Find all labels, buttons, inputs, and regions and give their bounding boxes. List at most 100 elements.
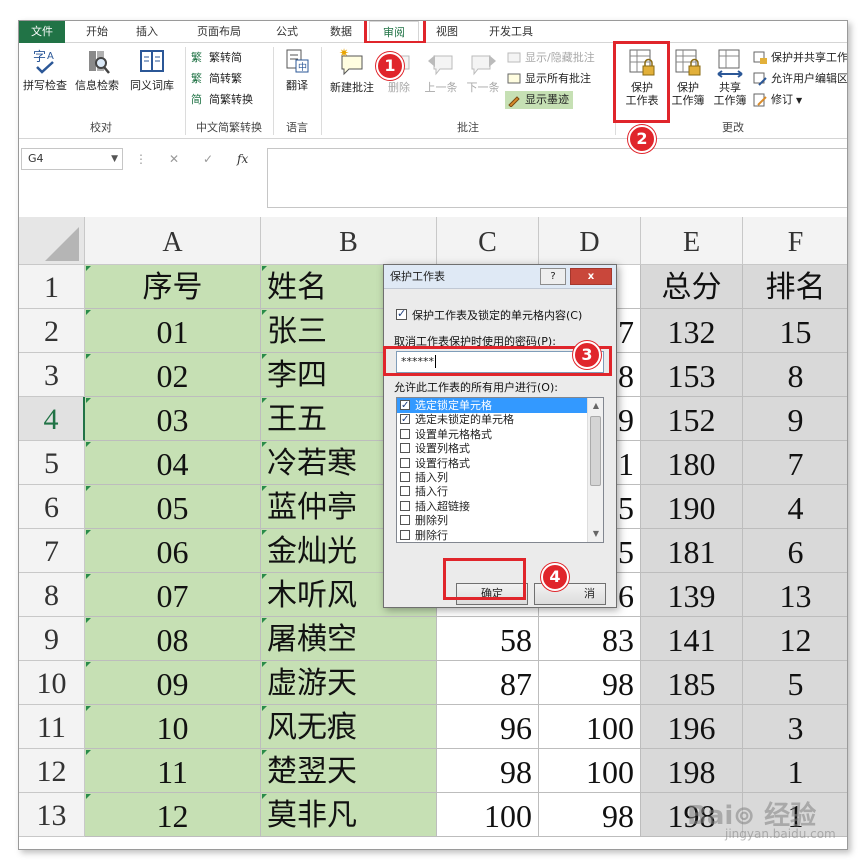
cell-c[interactable]: 100 bbox=[437, 793, 539, 837]
cell-f[interactable]: 1 bbox=[743, 749, 847, 793]
cell-f[interactable]: 15 bbox=[743, 309, 847, 353]
permission-option[interactable]: 设置单元格格式 bbox=[397, 427, 589, 442]
cell-a[interactable]: 10 bbox=[85, 705, 261, 749]
permission-option[interactable]: 删除行 bbox=[397, 528, 589, 542]
cell-a[interactable]: 12 bbox=[85, 793, 261, 837]
permission-checkbox[interactable] bbox=[400, 457, 410, 468]
permission-option[interactable]: 删除列 bbox=[397, 513, 589, 528]
cell-f[interactable]: 9 bbox=[743, 397, 847, 441]
enter-icon[interactable]: ✓ bbox=[203, 148, 213, 170]
permission-option[interactable]: 插入行 bbox=[397, 484, 589, 499]
cell-d[interactable]: 98 bbox=[539, 793, 641, 837]
permission-checkbox[interactable] bbox=[400, 472, 410, 482]
cancel-icon[interactable]: ✕ bbox=[169, 148, 179, 170]
show-all-comments-button[interactable]: 显示所有批注 bbox=[505, 70, 591, 88]
name-box[interactable]: G4 ▼ bbox=[21, 148, 123, 170]
column-header-d[interactable]: D bbox=[539, 217, 641, 265]
column-header-e[interactable]: E bbox=[641, 217, 743, 265]
cell-e[interactable]: 181 bbox=[641, 529, 743, 573]
permission-option[interactable]: 设置行格式 bbox=[397, 456, 589, 471]
tab-page-layout[interactable]: 页面布局 bbox=[189, 21, 249, 43]
column-header-c[interactable]: C bbox=[437, 217, 539, 265]
protect-and-share-button[interactable]: 保护并共享工作 bbox=[751, 49, 847, 67]
spell-check-button[interactable]: 字A 拼写检查 bbox=[21, 47, 69, 93]
row-header[interactable]: 1 bbox=[19, 265, 85, 309]
cell-c[interactable]: 96 bbox=[437, 705, 539, 749]
share-workbook-button[interactable]: 共享 工作簿 bbox=[709, 47, 751, 107]
cell-e[interactable]: 185 bbox=[641, 661, 743, 705]
permissions-list[interactable]: 选定锁定单元格选定未锁定的单元格设置单元格格式设置列格式设置行格式插入列插入行插… bbox=[396, 397, 604, 543]
cell-e[interactable]: 196 bbox=[641, 705, 743, 749]
row-header[interactable]: 3 bbox=[19, 353, 85, 397]
tab-data[interactable]: 数据 bbox=[323, 21, 359, 43]
cell-f[interactable]: 13 bbox=[743, 573, 847, 617]
insert-function-icon[interactable]: fx bbox=[237, 148, 248, 170]
protect-contents-checkbox[interactable] bbox=[396, 307, 407, 320]
permission-checkbox[interactable] bbox=[400, 515, 410, 526]
permission-checkbox[interactable] bbox=[400, 412, 410, 427]
tab-developer[interactable]: 开发工具 bbox=[481, 21, 541, 43]
permission-checkbox[interactable] bbox=[400, 529, 410, 540]
show-hide-comment-button[interactable]: 显示/隐藏批注 bbox=[505, 49, 595, 67]
cell-f[interactable]: 3 bbox=[743, 705, 847, 749]
cell-d[interactable]: 100 bbox=[539, 705, 641, 749]
cell-e[interactable]: 198 bbox=[641, 749, 743, 793]
next-comment-button[interactable]: 下一条 bbox=[463, 47, 503, 95]
cell-a[interactable]: 05 bbox=[85, 485, 261, 529]
row-header[interactable]: 8 bbox=[19, 573, 85, 617]
show-ink-button[interactable]: 显示墨迹 bbox=[505, 91, 573, 109]
row-header[interactable]: 12 bbox=[19, 749, 85, 793]
permission-option[interactable]: 插入列 bbox=[397, 470, 589, 485]
cell-b[interactable]: 楚翌天 bbox=[261, 749, 437, 793]
cell-b[interactable]: 风无痕 bbox=[261, 705, 437, 749]
cell-f[interactable]: 5 bbox=[743, 661, 847, 705]
cell-a[interactable]: 04 bbox=[85, 441, 261, 485]
track-changes-button[interactable]: 修订 ▼ bbox=[751, 91, 802, 109]
cell-a[interactable]: 序号 bbox=[85, 265, 261, 309]
row-header[interactable]: 9 bbox=[19, 617, 85, 661]
select-all-corner[interactable] bbox=[19, 217, 85, 265]
cell-e[interactable]: 152 bbox=[641, 397, 743, 441]
simp-to-trad-button[interactable]: 繁 简转繁 bbox=[189, 70, 242, 88]
cell-a[interactable]: 11 bbox=[85, 749, 261, 793]
new-comment-button[interactable]: ✷ 新建批注 bbox=[325, 47, 379, 95]
cell-a[interactable]: 01 bbox=[85, 309, 261, 353]
permission-option[interactable]: 插入超链接 bbox=[397, 499, 589, 514]
column-header-b[interactable]: B bbox=[261, 217, 437, 265]
cell-e[interactable]: 139 bbox=[641, 573, 743, 617]
cell-a[interactable]: 07 bbox=[85, 573, 261, 617]
cell-f[interactable]: 12 bbox=[743, 617, 847, 661]
thesaurus-button[interactable]: 同义词库 bbox=[125, 47, 179, 93]
cell-e[interactable]: 180 bbox=[641, 441, 743, 485]
chinese-convert-button[interactable]: 简 简繁转换 bbox=[189, 91, 253, 109]
translate-button[interactable]: 中 翻译 bbox=[277, 47, 317, 93]
cell-a[interactable]: 09 bbox=[85, 661, 261, 705]
cell-a[interactable]: 06 bbox=[85, 529, 261, 573]
protect-workbook-button[interactable]: 保护 工作簿 bbox=[667, 47, 709, 107]
scroll-thumb[interactable] bbox=[590, 416, 601, 486]
cell-c[interactable]: 58 bbox=[437, 617, 539, 661]
cell-b[interactable]: 莫非凡 bbox=[261, 793, 437, 837]
trad-to-simp-button[interactable]: 繁 繁转简 bbox=[189, 49, 242, 67]
cell-e[interactable]: 153 bbox=[641, 353, 743, 397]
scroll-up-icon[interactable]: ▲ bbox=[588, 398, 603, 414]
permission-checkbox[interactable] bbox=[400, 500, 410, 511]
column-header-f[interactable]: F bbox=[743, 217, 847, 265]
cell-c[interactable]: 98 bbox=[437, 749, 539, 793]
list-scrollbar[interactable]: ▲ ▼ bbox=[587, 398, 603, 542]
cell-b[interactable]: 虚游天 bbox=[261, 661, 437, 705]
cell-f[interactable]: 6 bbox=[743, 529, 847, 573]
cell-a[interactable]: 03 bbox=[85, 397, 261, 441]
help-button[interactable]: ? bbox=[540, 268, 566, 285]
cell-e[interactable]: 132 bbox=[641, 309, 743, 353]
tab-home[interactable]: 开始 bbox=[79, 21, 115, 43]
permission-option[interactable]: 选定锁定单元格 bbox=[397, 398, 589, 413]
permission-checkbox[interactable] bbox=[400, 443, 410, 454]
row-header[interactable]: 7 bbox=[19, 529, 85, 573]
row-header[interactable]: 5 bbox=[19, 441, 85, 485]
scroll-down-icon[interactable]: ▼ bbox=[588, 526, 603, 542]
cell-e[interactable]: 190 bbox=[641, 485, 743, 529]
tab-formulas[interactable]: 公式 bbox=[269, 21, 305, 43]
row-header[interactable]: 2 bbox=[19, 309, 85, 353]
tab-view[interactable]: 视图 bbox=[429, 21, 465, 43]
